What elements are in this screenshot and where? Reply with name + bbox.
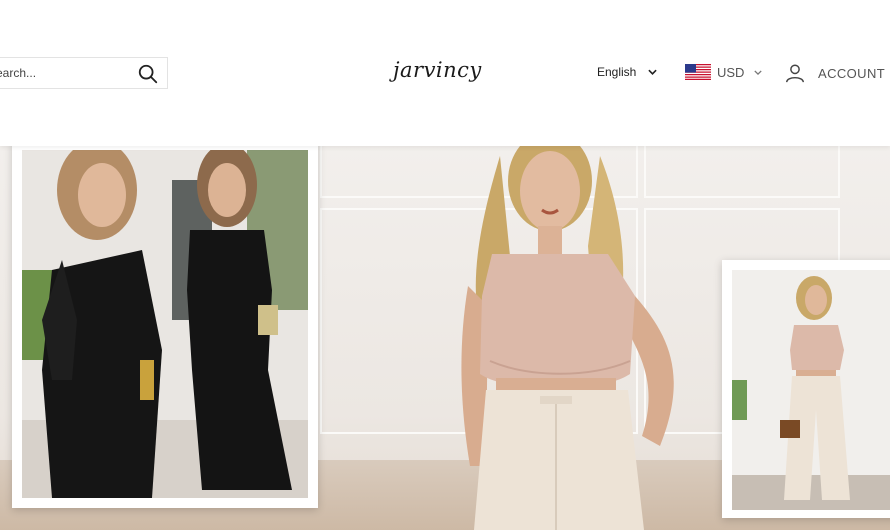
chevron-down-icon xyxy=(754,69,763,75)
currency-selector[interactable]: USD xyxy=(685,64,763,80)
collage-card-left[interactable] xyxy=(12,146,318,508)
site-header: jarvincy English USD ACCOUNT xyxy=(0,0,890,146)
currency-label: USD xyxy=(717,64,745,80)
site-logo[interactable]: jarvincy xyxy=(393,58,482,82)
black-jumpsuit-photo xyxy=(22,150,308,498)
account-label: ACCOUNT xyxy=(818,65,886,81)
account-link[interactable]: ACCOUNT xyxy=(784,62,885,84)
us-flag-icon xyxy=(685,64,711,80)
blush-top-photo xyxy=(732,270,890,510)
collage-card-right[interactable] xyxy=(722,260,890,518)
user-icon xyxy=(786,64,804,83)
hero-banner[interactable] xyxy=(0,146,890,530)
search-input[interactable] xyxy=(0,66,108,80)
language-label: English xyxy=(597,65,637,79)
language-selector[interactable]: English xyxy=(597,65,658,79)
search-bar xyxy=(0,57,168,89)
chevron-down-icon xyxy=(648,69,658,75)
hero-model-image xyxy=(461,146,674,530)
search-icon[interactable] xyxy=(137,63,159,85)
